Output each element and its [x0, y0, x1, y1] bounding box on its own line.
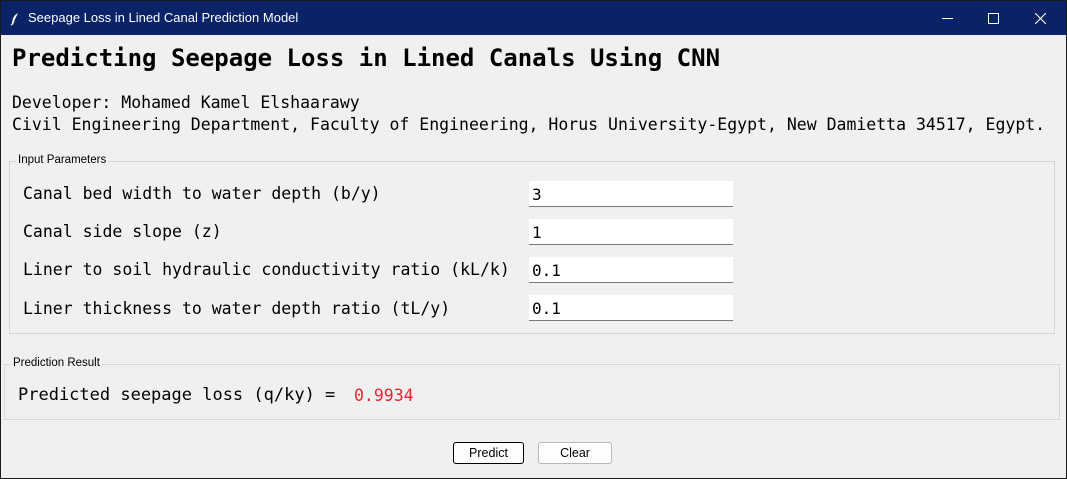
predict-button[interactable]: Predict	[453, 442, 524, 464]
minimize-icon	[941, 9, 953, 28]
maximize-icon	[987, 9, 999, 28]
param-label-conductivity: Liner to soil hydraulic conductivity rat…	[23, 260, 510, 279]
clear-button[interactable]: Clear	[538, 442, 612, 464]
param-label-bed-width: Canal bed width to water depth (b/y)	[23, 184, 381, 203]
minimize-button[interactable]	[924, 1, 970, 35]
thickness-ratio-input[interactable]	[529, 295, 733, 321]
prediction-result-label: Prediction Result	[11, 357, 102, 369]
result-text: Predicted seepage loss (q/ky) =	[18, 385, 336, 405]
feather-icon	[10, 11, 20, 26]
close-button[interactable]	[1017, 1, 1063, 35]
page-title: Predicting Seepage Loss in Lined Canals …	[12, 44, 721, 72]
maximize-button[interactable]	[970, 1, 1016, 35]
param-label-side-slope: Canal side slope (z)	[23, 222, 222, 241]
close-icon	[1034, 9, 1046, 28]
app-window: Seepage Loss in Lined Canal Prediction M…	[0, 0, 1067, 479]
title-bar[interactable]: Seepage Loss in Lined Canal Prediction M…	[1, 1, 1066, 35]
window-title: Seepage Loss in Lined Canal Prediction M…	[28, 10, 299, 25]
affiliation-text: Civil Engineering Department, Faculty of…	[12, 115, 1046, 134]
bed-width-input[interactable]	[529, 181, 733, 207]
param-label-thickness: Liner thickness to water depth ratio (tL…	[23, 299, 451, 318]
input-parameters-label: Input Parameters	[16, 154, 109, 166]
conductivity-ratio-input[interactable]	[529, 257, 733, 283]
result-value: 0.9934	[354, 386, 414, 405]
developer-text: Developer: Mohamed Kamel Elshaarawy	[12, 93, 360, 112]
side-slope-input[interactable]	[529, 219, 733, 245]
